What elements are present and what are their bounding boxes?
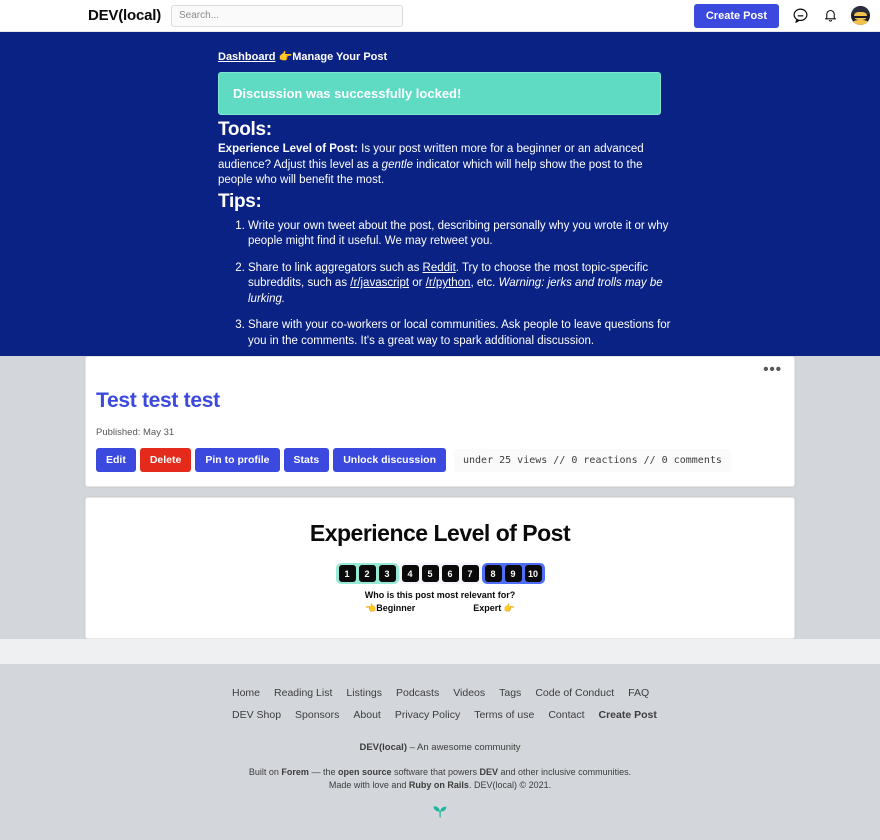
level-group-beginner-range: 123	[335, 563, 399, 584]
footer-nav-row-1: Home Reading List Listings Podcasts Videos Ta…	[225, 682, 655, 704]
experience-level-1-button[interactable]: 1	[338, 565, 356, 582]
tip-link[interactable]: /r/javascript	[350, 277, 409, 289]
tools-heading: Tools:	[218, 119, 272, 140]
experience-level-9-button[interactable]: 9	[504, 565, 522, 582]
search-input[interactable]	[171, 4, 404, 27]
experience-level-5-button[interactable]: 5	[421, 565, 439, 582]
unlock-discussion-button[interactable]: Unlock discussion	[333, 448, 446, 472]
footer-link-reading-list[interactable]: Reading List	[274, 687, 332, 699]
footer-tagline: DEV(local) – An awesome community	[0, 742, 880, 753]
experience-level-2-button[interactable]: 2	[358, 565, 376, 582]
built-rails: Ruby on Rails	[408, 780, 469, 790]
post-card: ••• Test test test Published: May 31 Edi…	[85, 356, 795, 487]
tips-heading: Tips:	[218, 190, 262, 212]
experience-level-4-button[interactable]: 4	[401, 565, 419, 582]
tip-link[interactable]: Reddit	[423, 262, 456, 274]
footer-link-privacy-policy[interactable]: Privacy Policy	[395, 709, 460, 721]
built-dev: DEV	[479, 767, 499, 777]
edit-button[interactable]: Edit	[96, 448, 136, 472]
footer-link-tags[interactable]: Tags	[499, 687, 521, 699]
footer-link-contact[interactable]: Contact	[548, 709, 584, 721]
footer-link-videos[interactable]: Videos	[453, 687, 485, 699]
experience-card-title: Experience Level of Post	[309, 520, 571, 546]
tips-list: Write your own tweet about the post, des…	[218, 219, 678, 350]
breadcrumb-dashboard-link[interactable]: Dashboard	[218, 51, 275, 63]
create-post-button[interactable]: Create Post	[693, 3, 779, 28]
breadcrumb-current: Manage Your Post	[292, 51, 388, 63]
tip-item: Share to link aggregators such as Reddit…	[248, 261, 678, 308]
tip-text: Share to link aggregators such as	[248, 261, 423, 274]
footer-built-text: Built on Forem — the open source softwar…	[0, 766, 880, 792]
post-action-buttons: Edit Delete Pin to profile Stats Unlock disc…	[96, 448, 784, 472]
footer-link-faq[interactable]: FAQ	[628, 687, 649, 699]
built-open-source: open source	[337, 767, 392, 777]
level-group-middle-range: 4567	[398, 563, 482, 584]
experience-level-7-button[interactable]: 7	[461, 565, 479, 582]
footer-link-about[interactable]: About	[353, 709, 380, 721]
footer-link-terms-of-use[interactable]: Terms of use	[474, 709, 534, 721]
pin-to-profile-button[interactable]: Pin to profile	[195, 448, 280, 472]
site-footer: Home Reading List Listings Podcasts Videos Ta…	[0, 664, 880, 840]
tip-item: Write your own tweet about the post, des…	[248, 219, 678, 250]
breadcrumb-separator-emoji: 👉	[278, 51, 293, 63]
experience-desc-emphasis: gentle	[381, 158, 414, 171]
built-1d: and other inclusive communities.	[498, 767, 632, 777]
footer-link-create-post[interactable]: Create Post	[599, 709, 657, 721]
experience-level-10-button[interactable]: 10	[524, 565, 542, 582]
footer-link-code-of-conduct[interactable]: Code of Conduct	[535, 687, 614, 699]
experience-level-card: Experience Level of Post 1 2 3 4 5 6 7 8 9 10 Who…	[85, 497, 795, 639]
built-1c: software that powers	[391, 767, 480, 777]
comment-icon[interactable]	[791, 7, 809, 25]
footer-tagline-brand: DEV(local)	[359, 742, 407, 753]
footer-built-line-1: Built on Forem — the open source softwar…	[0, 766, 880, 779]
built-forem: Forem	[281, 767, 309, 777]
footer-nav-row-2: DEV Shop Sponsors About Privacy Policy Terms…	[225, 704, 657, 726]
top-navigation-bar: DEV(local) Create Post	[0, 0, 880, 32]
footer-link-sponsors[interactable]: Sponsors	[295, 709, 339, 721]
built-2b: . DEV(local) © 2021.	[468, 780, 552, 790]
bell-icon[interactable]	[821, 7, 839, 25]
tip-text: or	[409, 277, 426, 289]
footer-tagline-rest: – An awesome community	[406, 742, 521, 753]
tip-item: Share with your co-workers or local comm…	[248, 318, 678, 349]
tip-text: Share with your co-workers or local comm…	[248, 319, 671, 347]
hero-section: Dashboard 👉Manage Your Post Discussion w…	[0, 32, 880, 356]
experience-level-6-button[interactable]: 6	[441, 565, 459, 582]
avatar[interactable]	[851, 6, 870, 25]
seedling-icon	[0, 801, 880, 824]
footer-link-dev-shop[interactable]: DEV Shop	[232, 709, 281, 721]
site-logo[interactable]: DEV(local)	[88, 7, 161, 24]
flash-success-banner: Discussion was successfully locked!	[218, 72, 661, 115]
nav-right-group: Create Post	[693, 3, 870, 28]
experience-level-3-button[interactable]: 3	[378, 565, 396, 582]
beginner-end-label: 👈Beginner	[365, 603, 416, 613]
stats-button[interactable]: Stats	[283, 448, 330, 472]
delete-button[interactable]: Delete	[139, 448, 192, 472]
post-published-date: Published: May 31	[96, 427, 175, 438]
experience-level-label: Experience Level of Post:	[218, 143, 358, 155]
footer-link-home[interactable]: Home	[232, 687, 260, 699]
tip-link[interactable]: /r/python	[426, 277, 471, 289]
hero-content: Dashboard 👉Manage Your Post Discussion w…	[85, 50, 795, 349]
experience-level-8-button[interactable]: 8	[484, 565, 502, 582]
built-1a: Built on	[248, 767, 282, 777]
post-options-menu-icon[interactable]: •••	[763, 362, 782, 377]
experience-scale-endpoints: 👈Beginner Expert 👉	[96, 603, 784, 614]
tip-text: Write your own tweet about the post, des…	[248, 219, 669, 248]
level-group-expert-range: 8 9 10	[481, 563, 545, 584]
footer-link-podcasts[interactable]: Podcasts	[396, 687, 439, 699]
post-title[interactable]: Test test test	[96, 389, 784, 413]
footer-spacer	[0, 639, 880, 664]
experience-level-description: Experience Level of Post: Is your post w…	[218, 142, 661, 189]
built-1b: — the	[308, 767, 338, 777]
footer-link-listings[interactable]: Listings	[346, 687, 382, 699]
footer-built-line-2: Made with love and Ruby on Rails. DEV(lo…	[0, 779, 880, 792]
breadcrumb: Dashboard 👉Manage Your Post	[218, 50, 795, 63]
experience-question: Who is this post most relevant for?	[364, 590, 516, 600]
experience-level-selector: 1 2 3 4 5 6 7 8 9 10	[335, 563, 545, 584]
tip-text: , etc.	[470, 277, 499, 289]
built-2a: Made with love and	[328, 780, 409, 790]
post-stats-text: under 25 views // 0 reactions // 0 comme…	[454, 448, 731, 472]
expert-end-label: Expert 👉	[473, 603, 515, 613]
